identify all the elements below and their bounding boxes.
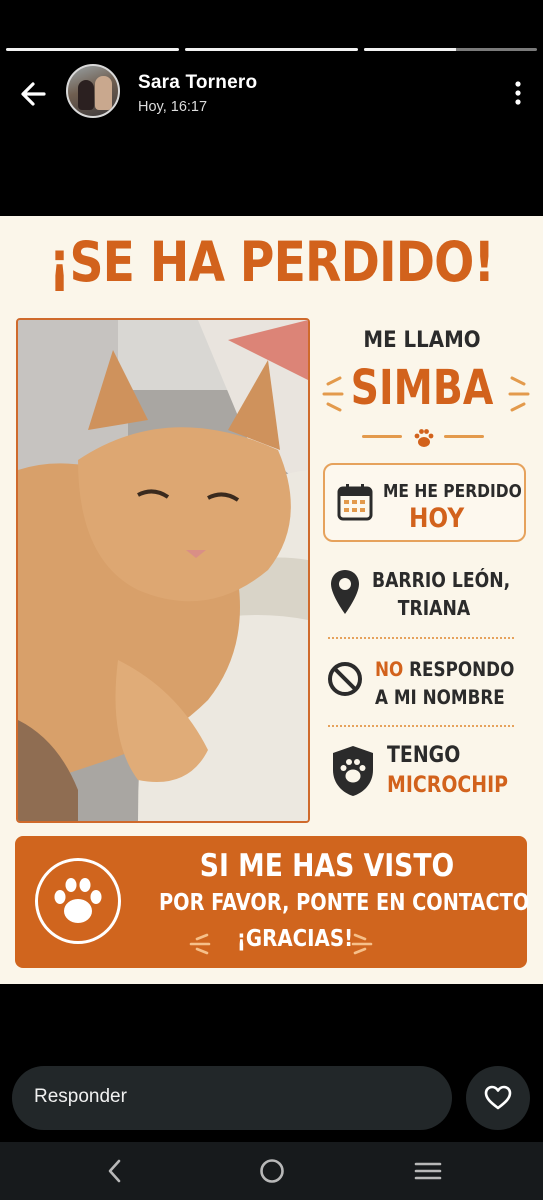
progress-segment bbox=[364, 48, 537, 51]
story-timestamp: Hoy, 16:17 bbox=[138, 99, 208, 115]
reply-placeholder: Responder bbox=[34, 1086, 127, 1107]
lost-label: ME HE PERDIDO bbox=[383, 481, 522, 502]
story-image[interactable]: ¡SE HA PERDIDO! ME LLAMO SIMBA ME HE PER… bbox=[0, 216, 543, 984]
nav-recents-button[interactable] bbox=[411, 1156, 445, 1186]
system-nav-bar bbox=[0, 1142, 543, 1200]
story-progress bbox=[6, 48, 537, 51]
respondo-word: RESPONDO bbox=[403, 658, 515, 681]
poster-title: ¡SE HA PERDIDO! bbox=[48, 230, 495, 294]
progress-fill bbox=[185, 48, 358, 51]
pet-name: SIMBA bbox=[350, 360, 494, 416]
chevron-left-icon bbox=[108, 1159, 121, 1183]
banner-line2: POR FAVOR, PONTE EN CONTACTO bbox=[159, 890, 530, 916]
user-name[interactable]: Sara Tornero bbox=[138, 72, 257, 94]
burst-icon bbox=[189, 933, 211, 955]
location-pin-icon bbox=[331, 570, 359, 614]
burst-icon bbox=[351, 933, 373, 955]
home-circle-icon bbox=[260, 1159, 284, 1183]
microchip-text: TENGO MICROCHIP bbox=[387, 741, 508, 801]
divider bbox=[444, 435, 484, 438]
progress-fill bbox=[6, 48, 179, 51]
divider bbox=[362, 435, 402, 438]
contact-banner: SI ME HAS VISTO POR FAVOR, PONTE EN CONT… bbox=[15, 836, 530, 968]
more-vertical-icon bbox=[515, 81, 521, 105]
dotted-divider bbox=[328, 725, 514, 727]
paw-circle bbox=[35, 858, 121, 944]
chip-line1: TENGO bbox=[387, 743, 461, 768]
shield-paw-icon bbox=[333, 746, 373, 796]
back-button[interactable] bbox=[16, 76, 52, 112]
paw-icon bbox=[54, 878, 102, 923]
intro-text: ME LLAMO bbox=[363, 328, 481, 353]
location-line1: BARRIO LEÓN, bbox=[372, 568, 511, 592]
nav-back-button[interactable] bbox=[98, 1156, 132, 1186]
reply-input[interactable]: Responder bbox=[12, 1066, 452, 1130]
banner-line3: ¡GRACIAS! bbox=[236, 926, 354, 952]
like-button[interactable] bbox=[466, 1066, 530, 1130]
progress-segment bbox=[6, 48, 179, 51]
dotted-divider bbox=[328, 637, 514, 639]
location-line2: TRIANA bbox=[397, 596, 471, 620]
prohibited-icon bbox=[328, 662, 362, 696]
arrow-left-icon bbox=[21, 82, 46, 106]
calendar-icon bbox=[337, 484, 373, 521]
story-header: Sara Tornero Hoy, 16:17 bbox=[0, 64, 543, 122]
progress-segment bbox=[185, 48, 358, 51]
avatar[interactable] bbox=[66, 64, 120, 118]
heart-icon bbox=[484, 1085, 512, 1110]
no-word: NO bbox=[375, 658, 404, 681]
banner-line1: SI ME HAS VISTO bbox=[199, 848, 455, 884]
name-response-text: NO RESPONDO A MI NOMBRE bbox=[375, 656, 514, 712]
chip-line2: MICROCHIP bbox=[387, 773, 509, 798]
cat-photo bbox=[16, 318, 310, 823]
burst-icon bbox=[508, 376, 530, 412]
paw-icon bbox=[414, 429, 434, 447]
menu-lines-icon bbox=[414, 1162, 442, 1180]
more-options-button[interactable] bbox=[511, 80, 525, 106]
nav-home-button[interactable] bbox=[255, 1156, 289, 1186]
lost-when: HOY bbox=[409, 503, 465, 534]
name-response-line2: A MI NOMBRE bbox=[375, 686, 505, 709]
progress-fill bbox=[364, 48, 456, 51]
location-text: BARRIO LEÓN, TRIANA bbox=[372, 566, 510, 622]
lost-date-box: ME HE PERDIDO HOY bbox=[323, 463, 526, 542]
